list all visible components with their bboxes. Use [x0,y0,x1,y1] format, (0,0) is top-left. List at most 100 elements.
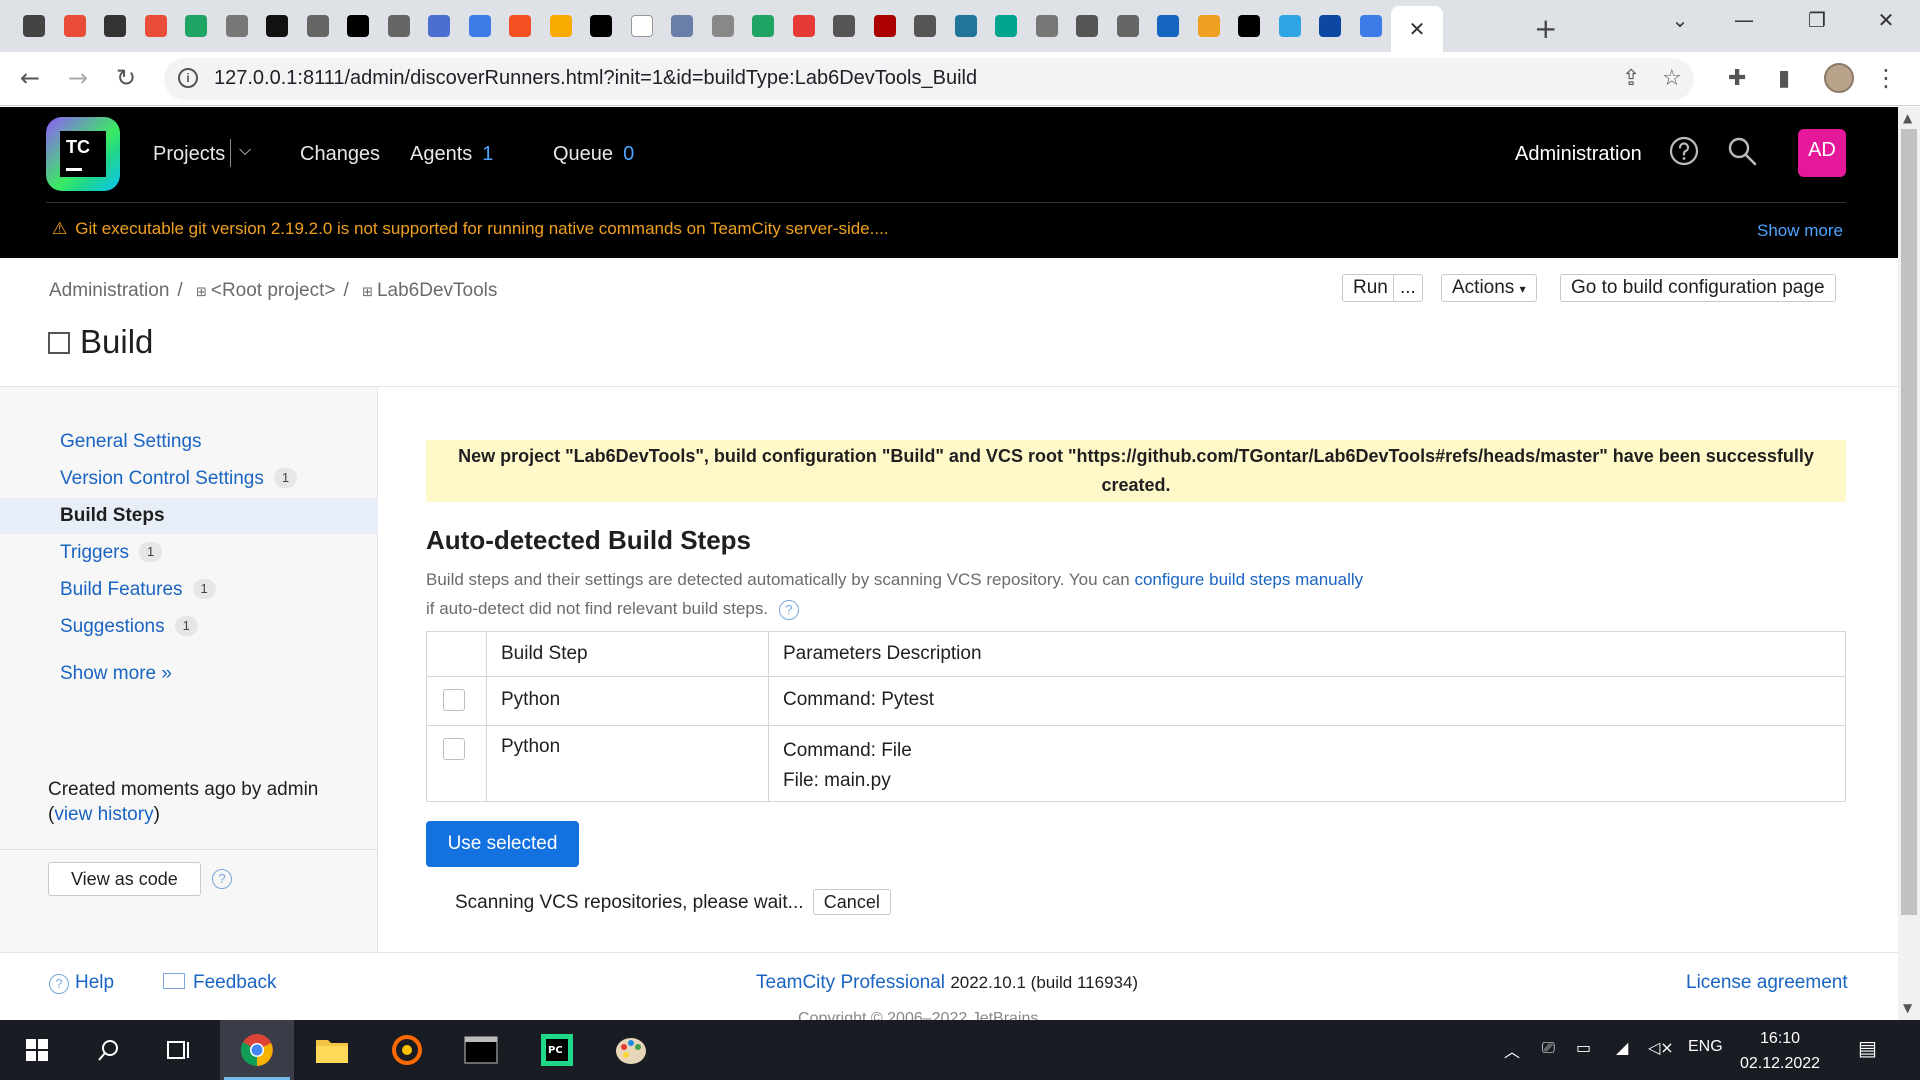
system-clock[interactable]: 16:10 02.12.2022 [1740,1026,1820,1076]
start-button[interactable] [0,1020,74,1080]
pinned-tab[interactable] [662,10,703,42]
nav-agents[interactable]: Agents 1 [410,143,493,166]
pinned-tab[interactable] [784,10,825,42]
new-tab-button[interactable]: + [1534,12,1557,45]
profile-avatar[interactable] [1824,63,1854,93]
sidebar-item-triggers[interactable]: Triggers 1 [0,535,378,571]
reload-icon[interactable]: ↻ [116,64,136,92]
pinned-tab[interactable] [581,10,622,42]
terminal-taskbar-icon[interactable] [444,1020,518,1080]
sidebar-show-more-link[interactable]: Show more » [0,656,378,692]
product-link[interactable]: TeamCity Professional [756,972,945,993]
share-icon[interactable]: ⇪ [1622,66,1640,91]
pinned-tab[interactable] [338,10,379,42]
pinned-tab[interactable] [1351,10,1392,42]
bookmark-star-icon[interactable]: ☆ [1662,66,1682,91]
chrome-taskbar-icon[interactable] [220,1020,294,1080]
pinned-tab[interactable] [541,10,582,42]
license-agreement-link[interactable]: License agreement [1686,972,1848,994]
use-selected-button[interactable]: Use selected [426,821,579,867]
run-options-button[interactable]: ... [1393,274,1423,302]
pinned-tab[interactable] [986,10,1027,42]
run-button[interactable]: Run [1342,274,1399,302]
side-panel-icon[interactable]: ▮ [1778,66,1790,91]
pinned-tab[interactable] [379,10,420,42]
app-taskbar-icon[interactable] [370,1020,444,1080]
sidebar-item-build-steps[interactable]: Build Steps [0,498,378,534]
pinned-tab[interactable] [622,10,663,42]
pinned-tab[interactable] [1148,10,1189,42]
back-icon[interactable]: ← [20,64,40,92]
battery-icon[interactable]: ▭ [1576,1038,1591,1057]
pinned-tab[interactable] [1067,10,1108,42]
forward-icon[interactable]: → [68,64,88,92]
footer-feedback-link[interactable]: Feedback [163,972,276,994]
pinned-tab[interactable] [946,10,987,42]
menu-kebab-icon[interactable]: ⋮ [1874,64,1898,92]
help-circle-icon[interactable]: ? [212,869,232,889]
pinned-tab[interactable] [217,10,258,42]
nav-projects[interactable]: Projects [153,143,225,166]
task-view-button[interactable] [142,1020,216,1080]
pinned-tab[interactable] [743,10,784,42]
row-checkbox[interactable] [443,689,465,711]
scroll-up-icon[interactable]: ▲ [1903,111,1912,125]
actions-dropdown[interactable]: Actions ▾ [1441,274,1537,302]
sidebar-item-vcs-settings[interactable]: Version Control Settings 1 [0,461,378,497]
help-circle-icon[interactable]: ? [778,600,799,620]
pinned-tab[interactable] [176,10,217,42]
pinned-tab[interactable] [1229,10,1270,42]
pinned-tab[interactable] [905,10,946,42]
pinned-tab[interactable] [1189,10,1230,42]
pinned-tab[interactable] [95,10,136,42]
url-text[interactable]: 127.0.0.1:8111/admin/discoverRunners.htm… [214,67,977,90]
volume-icon[interactable]: ◁× [1648,1038,1674,1057]
row-checkbox[interactable] [443,738,465,760]
breadcrumb-root-project[interactable]: <Root project> [211,280,336,301]
sidebar-item-suggestions[interactable]: Suggestions 1 [0,609,378,645]
extensions-icon[interactable]: ✚ [1728,66,1746,91]
search-taskbar-button[interactable] [72,1020,146,1080]
minimize-button[interactable]: — [1724,8,1764,38]
chevron-up-icon[interactable]: ︿ [1504,1038,1520,1062]
pinned-tab[interactable] [298,10,339,42]
meet-now-icon[interactable]: ⎚ [1542,1038,1555,1058]
explorer-taskbar-icon[interactable] [295,1020,369,1080]
help-icon[interactable] [1668,135,1700,167]
pinned-tab[interactable] [824,10,865,42]
pinned-tab[interactable] [1310,10,1351,42]
view-as-code-button[interactable]: View as code [48,862,201,896]
go-to-build-config-button[interactable]: Go to build configuration page [1560,274,1836,302]
scrollbar-thumb[interactable] [1901,129,1917,915]
active-tab[interactable]: ✕ [1391,6,1443,52]
paint-taskbar-icon[interactable] [594,1020,668,1080]
show-more-warnings-link[interactable]: Show more [1757,221,1843,241]
nav-queue[interactable]: Queue 0 [553,143,634,166]
user-avatar[interactable]: AD [1798,129,1846,177]
url-field[interactable]: i 127.0.0.1:8111/admin/discoverRunners.h… [164,58,1694,100]
restore-button[interactable]: ❐ [1797,8,1837,38]
tab-search-icon[interactable]: ⌄ [1660,8,1700,38]
pinned-tab[interactable] [865,10,906,42]
footer-help-link[interactable]: ? Help [49,972,114,994]
chevron-down-icon[interactable]: ⌵ [239,140,251,160]
wifi-icon[interactable]: ◢ [1616,1038,1628,1057]
configure-manually-link[interactable]: configure build steps manually [1134,570,1363,589]
nav-changes[interactable]: Changes [300,143,380,166]
pinned-tab[interactable] [136,10,177,42]
view-history-link[interactable]: view history [54,804,153,825]
administration-link[interactable]: Administration [1515,143,1642,166]
notifications-icon[interactable]: ▤ [1858,1036,1877,1060]
pinned-tab[interactable] [14,10,55,42]
search-icon[interactable] [1726,135,1758,167]
pinned-tab[interactable] [1270,10,1311,42]
site-info-icon[interactable]: i [178,68,198,88]
pinned-tab[interactable] [460,10,501,42]
language-indicator[interactable]: ENG [1688,1038,1723,1056]
breadcrumb-administration[interactable]: Administration [49,280,169,301]
close-tab-icon[interactable]: ✕ [1409,17,1426,42]
teamcity-logo[interactable]: TC [46,117,120,191]
pycharm-taskbar-icon[interactable]: PC [520,1020,594,1080]
scroll-down-icon[interactable]: ▼ [1903,1001,1912,1015]
sidebar-item-general-settings[interactable]: General Settings [0,424,378,460]
